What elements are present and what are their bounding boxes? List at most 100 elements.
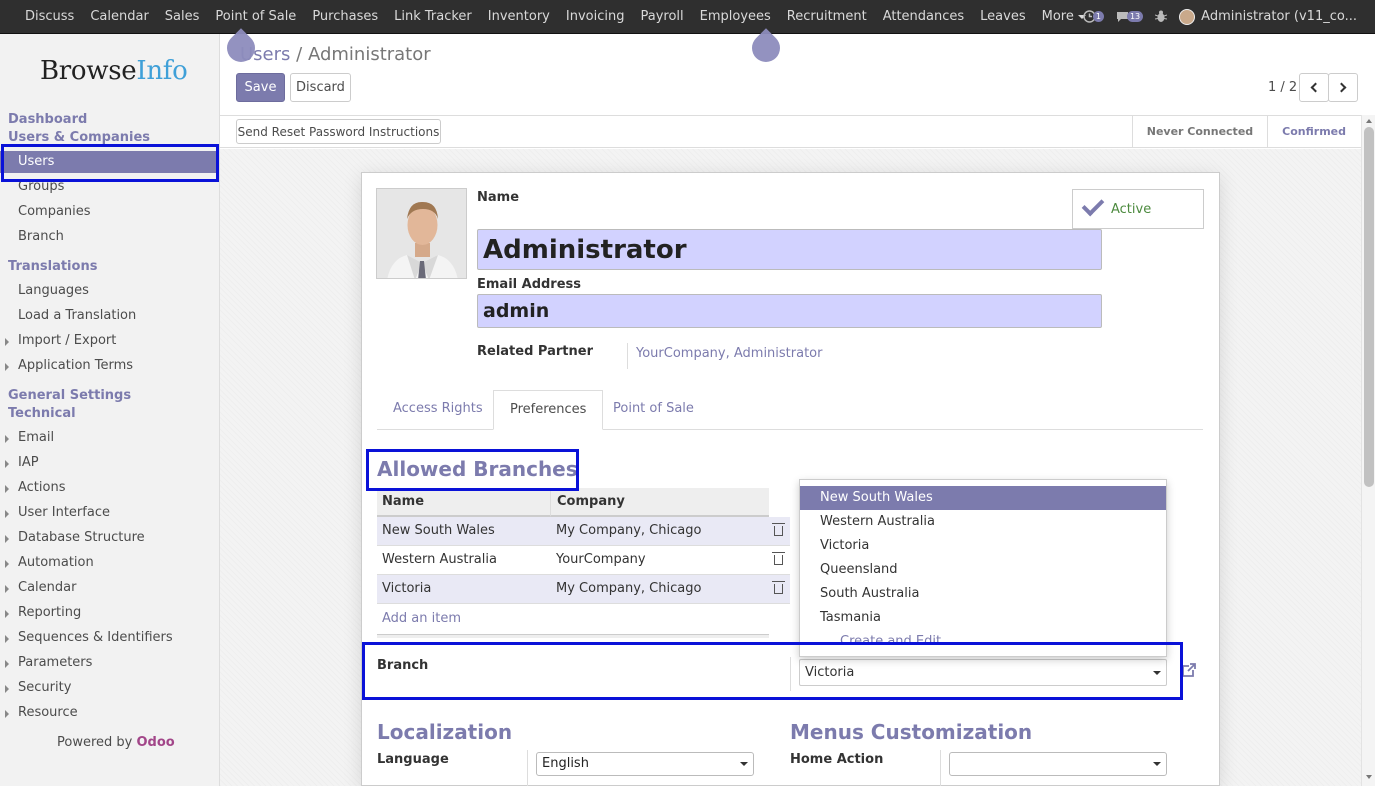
external-link-icon[interactable] — [1181, 662, 1197, 678]
scrollbar-thumb[interactable] — [1364, 127, 1374, 487]
user-menu[interactable]: Administrator (v11_co... — [1201, 9, 1357, 24]
cell-branch-name: New South Wales — [382, 523, 495, 538]
page-scrollbar[interactable] — [1361, 115, 1375, 786]
pager-previous-button[interactable] — [1299, 73, 1329, 102]
related-partner-link[interactable]: YourCompany, Administrator — [636, 346, 822, 361]
tab-preferences[interactable]: Preferences — [493, 390, 604, 430]
dropdown-create-and-edit[interactable]: Create and Edit... — [800, 630, 1166, 654]
sidebar-item-user-interface[interactable]: User Interface — [0, 502, 219, 524]
sidebar-technical[interactable]: Technical — [8, 406, 227, 421]
name-label: Name — [477, 190, 520, 205]
odoo-link[interactable]: Odoo — [137, 735, 175, 750]
sidebar-item-label: Calendar — [18, 580, 77, 595]
menu-sales[interactable]: Sales — [157, 9, 208, 24]
table-row[interactable]: Western Australia YourCompany — [377, 546, 790, 575]
dropdown-option[interactable]: New South Wales — [800, 486, 1166, 510]
menu-discuss[interactable]: Discuss — [17, 9, 82, 24]
menu-inventory[interactable]: Inventory — [480, 9, 558, 24]
field-divider — [790, 657, 791, 691]
sidebar-item-sequences[interactable]: Sequences & Identifiers — [0, 627, 219, 649]
dropdown-option[interactable]: Tasmania — [800, 606, 1166, 630]
sidebar-item-database-structure[interactable]: Database Structure — [0, 527, 219, 549]
chevron-left-icon — [1310, 82, 1321, 93]
sidebar-item-import-export[interactable]: Import / Export — [0, 330, 219, 352]
trash-icon[interactable] — [772, 523, 785, 536]
water-drop-decoration — [746, 28, 786, 68]
home-action-select[interactable] — [949, 752, 1167, 776]
stage-never-connected[interactable]: Never Connected — [1131, 116, 1267, 147]
dropdown-option[interactable]: Victoria — [800, 534, 1166, 558]
active-label: Active — [1111, 201, 1152, 217]
column-header-name[interactable]: Name — [377, 488, 551, 517]
sidebar-dashboard[interactable]: Dashboard — [8, 112, 227, 127]
branch-select[interactable]: Victoria — [799, 659, 1167, 686]
sidebar-item-security[interactable]: Security — [0, 677, 219, 699]
menu-link-tracker[interactable]: Link Tracker — [386, 9, 480, 24]
sidebar-item-label: Security — [18, 680, 72, 695]
pager-next-button[interactable] — [1328, 73, 1358, 102]
save-button[interactable]: Save — [236, 73, 285, 102]
sidebar-item-iap[interactable]: IAP — [0, 452, 219, 474]
cell-branch-name: Victoria — [382, 581, 432, 596]
sidebar-item-resource[interactable]: Resource — [0, 702, 219, 724]
send-reset-password-button[interactable]: Send Reset Password Instructions — [236, 119, 441, 144]
table-row[interactable]: Victoria My Company, Chicago — [377, 575, 790, 604]
name-input[interactable]: Administrator — [477, 229, 1102, 270]
dropdown-option[interactable]: Western Australia — [800, 510, 1166, 534]
add-item-link[interactable]: Add an item — [382, 611, 461, 626]
menus-customization-title: Menus Customization — [790, 720, 1033, 744]
activity-clock-icon[interactable]: 1 — [1083, 10, 1104, 23]
menu-purchases[interactable]: Purchases — [304, 9, 386, 24]
sidebar-item-calendar[interactable]: Calendar — [0, 577, 219, 599]
sidebar-item-email[interactable]: Email — [0, 427, 219, 449]
caret-down-icon[interactable] — [1153, 671, 1161, 675]
sidebar-item-actions[interactable]: Actions — [0, 477, 219, 499]
trash-icon[interactable] — [772, 552, 785, 565]
scroll-down-arrow-icon[interactable] — [1366, 775, 1372, 779]
active-toggle-button[interactable]: Active — [1072, 189, 1204, 229]
sidebar-item-languages[interactable]: Languages — [0, 280, 219, 302]
table-row[interactable]: New South Wales My Company, Chicago — [377, 517, 790, 546]
sidebar-item-automation[interactable]: Automation — [0, 552, 219, 574]
messages-icon[interactable]: 13 — [1116, 11, 1144, 23]
expand-triangle-icon — [5, 585, 9, 593]
sidebar-item-reporting[interactable]: Reporting — [0, 602, 219, 624]
discard-button[interactable]: Discard — [290, 73, 351, 102]
sidebar-translations[interactable]: Translations — [8, 259, 227, 274]
user-avatar[interactable] — [1179, 8, 1196, 25]
menu-point-of-sale[interactable]: Point of Sale — [207, 9, 304, 24]
breadcrumb: Users / Administrator — [240, 44, 431, 65]
menu-calendar[interactable]: Calendar — [82, 9, 156, 24]
sidebar-item-load-translation[interactable]: Load a Translation — [0, 305, 219, 327]
scroll-up-arrow-icon[interactable] — [1366, 119, 1372, 123]
menu-payroll[interactable]: Payroll — [632, 9, 691, 24]
debug-bug-icon[interactable] — [1155, 10, 1168, 23]
dropdown-option[interactable]: Queensland — [800, 558, 1166, 582]
email-input[interactable]: admin — [477, 294, 1102, 328]
language-select[interactable]: English — [536, 752, 754, 776]
sidebar-item-companies[interactable]: Companies — [0, 201, 219, 223]
trash-icon[interactable] — [772, 581, 785, 594]
expand-triangle-icon — [5, 535, 9, 543]
sidebar-item-label: Sequences & Identifiers — [18, 630, 173, 645]
user-photo[interactable] — [376, 188, 467, 279]
sidebar-users-companies[interactable]: Users & Companies — [8, 130, 227, 145]
column-header-company[interactable]: Company — [551, 488, 769, 517]
main-menu: Discuss Calendar Sales Point of Sale Pur… — [17, 0, 1094, 33]
sidebar-item-groups[interactable]: Groups — [0, 176, 219, 198]
menu-recruitment[interactable]: Recruitment — [779, 9, 875, 24]
dropdown-option[interactable]: South Australia — [800, 582, 1166, 606]
menu-attendances[interactable]: Attendances — [875, 9, 972, 24]
sidebar-general-settings[interactable]: General Settings — [8, 388, 227, 403]
sidebar-item-parameters[interactable]: Parameters — [0, 652, 219, 674]
tab-access-rights[interactable]: Access Rights — [377, 390, 499, 430]
sidebar-item-branch[interactable]: Branch — [0, 226, 219, 248]
menu-invoicing[interactable]: Invoicing — [558, 9, 633, 24]
tab-point-of-sale[interactable]: Point of Sale — [597, 390, 710, 430]
menu-leaves[interactable]: Leaves — [972, 9, 1033, 24]
sidebar-item-application-terms[interactable]: Application Terms — [0, 355, 219, 377]
sidebar-item-users[interactable]: Users — [0, 151, 219, 173]
menu-employees[interactable]: Employees — [692, 9, 779, 24]
stage-confirmed[interactable]: Confirmed — [1267, 116, 1360, 147]
breadcrumb-separator: / — [296, 44, 303, 65]
